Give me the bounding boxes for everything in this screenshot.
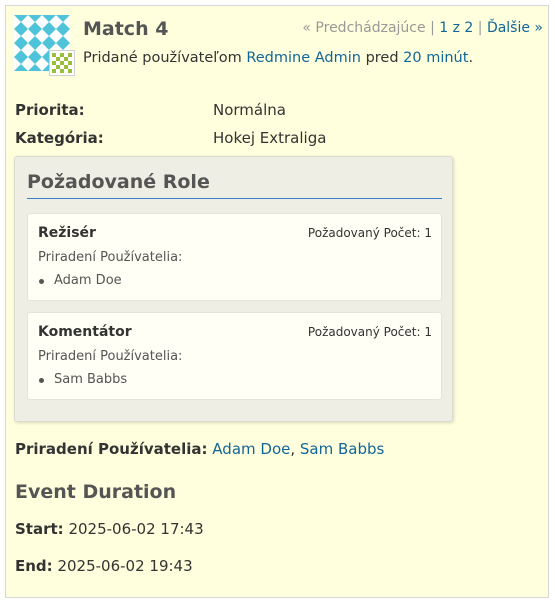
role-card: Režisér Požadovaný Počet: 1 Priradení Po…: [27, 213, 442, 301]
event-start: Start: 2025-06-02 17:43: [15, 520, 204, 538]
issue-navigation: « Predchádzajúce | 1 z 2 | Ďalšie »: [302, 20, 543, 36]
required-roles-panel: Požadované Role Režisér Požadovaný Počet…: [14, 156, 453, 422]
event-start-label: Start:: [15, 520, 64, 538]
role-required-count: Požadovaný Počet: 1: [307, 226, 432, 240]
role-name: Režisér: [38, 225, 96, 241]
role-assigned-user: Adam Doe: [54, 273, 122, 288]
author-small-avatar-icon: [49, 50, 75, 76]
user-separator: ,: [290, 440, 296, 458]
previous-link[interactable]: « Predchádzajúce: [302, 20, 425, 36]
role-assigned-label: Priradení Používatelia:: [38, 349, 183, 364]
role-assigned-user: Sam Babbs: [54, 372, 128, 387]
assigned-users-label: Priradení Používatelia:: [15, 440, 208, 458]
role-name: Komentátor: [38, 324, 132, 340]
roles-title: Požadované Role: [27, 171, 442, 199]
next-link[interactable]: Ďalšie »: [487, 20, 543, 36]
role-card: Komentátor Požadovaný Počet: 1 Priradení…: [27, 312, 442, 400]
role-assigned-label: Priradení Používatelia:: [38, 250, 183, 265]
author-prefix: Pridané používateľom: [83, 50, 242, 66]
event-end: End: 2025-06-02 19:43: [15, 557, 193, 575]
event-end-label: End:: [15, 557, 53, 575]
author-middle: pred: [365, 50, 399, 66]
category-value: Hokej Extraliga: [213, 129, 327, 147]
created-ago-link[interactable]: 20 minút: [403, 50, 468, 66]
issue-subject: Match 4: [83, 18, 169, 40]
position-link[interactable]: 1 z 2: [439, 20, 473, 36]
priority-label: Priorita:: [15, 101, 85, 119]
author-line: Pridané používateľom Redmine Admin pred …: [83, 50, 473, 66]
nav-separator: |: [477, 20, 483, 36]
assigned-user-link[interactable]: Adam Doe: [212, 440, 290, 458]
role-required-count: Požadovaný Počet: 1: [307, 325, 432, 339]
assigned-users-line: Priradení Používatelia: Adam Doe, Sam Ba…: [15, 440, 384, 458]
author-link[interactable]: Redmine Admin: [246, 50, 361, 66]
priority-value: Normálna: [213, 101, 286, 119]
event-start-value: 2025-06-02 17:43: [68, 520, 204, 538]
category-label: Kategória:: [15, 129, 104, 147]
bullet-icon: [39, 279, 44, 284]
bullet-icon: [39, 378, 44, 383]
nav-separator: |: [430, 20, 435, 36]
event-end-value: 2025-06-02 19:43: [57, 557, 193, 575]
issue-details: Match 4 « Predchádzajúce | 1 z 2 | Ďalši…: [5, 5, 549, 598]
author-suffix: .: [468, 50, 474, 66]
assigned-user-link[interactable]: Sam Babbs: [300, 440, 384, 458]
event-duration-title: Event Duration: [15, 481, 177, 503]
